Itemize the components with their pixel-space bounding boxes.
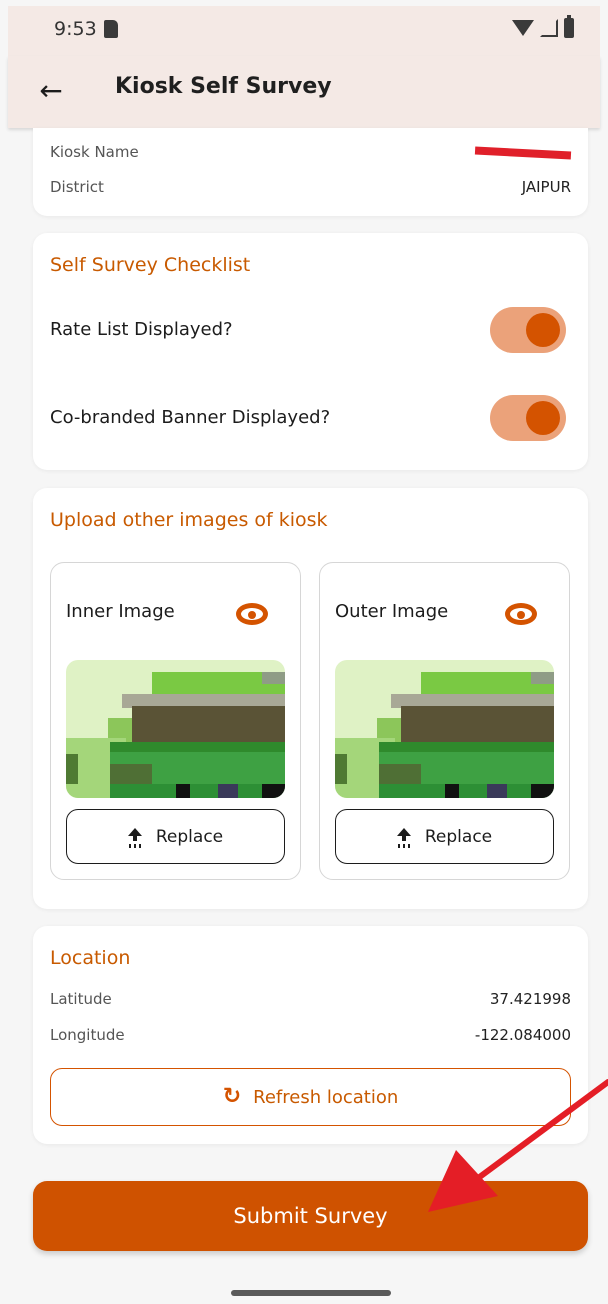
images-card: Upload other images of kiosk Inner Image… xyxy=(33,488,588,909)
toggle-knob xyxy=(526,313,560,347)
outer-replace-button[interactable]: Replace xyxy=(335,809,554,864)
app-bar: ← Kiosk Self Survey xyxy=(8,56,600,128)
inner-image-label: Inner Image xyxy=(66,601,175,622)
location-title: Location xyxy=(50,947,131,969)
submit-survey-button[interactable]: Submit Survey xyxy=(33,1181,588,1251)
banner-label: Co-branded Banner Displayed? xyxy=(50,407,331,428)
kiosk-name-value xyxy=(474,143,572,161)
longitude-value: -122.084000 xyxy=(474,1026,571,1044)
rate-list-toggle[interactable] xyxy=(490,307,566,353)
eye-icon[interactable] xyxy=(236,603,268,625)
checklist-title: Self Survey Checklist xyxy=(50,254,251,276)
inner-replace-button[interactable]: Replace xyxy=(66,809,285,864)
replace-label: Replace xyxy=(424,826,493,847)
page-title: Kiosk Self Survey xyxy=(115,74,332,99)
eye-icon[interactable] xyxy=(505,603,537,625)
redaction-mark xyxy=(474,146,572,160)
upload-icon xyxy=(127,827,142,846)
replace-label: Replace xyxy=(155,826,224,847)
back-arrow-icon[interactable]: ← xyxy=(34,74,68,108)
outer-image-thumbnail[interactable] xyxy=(335,660,554,798)
images-title: Upload other images of kiosk xyxy=(50,509,328,531)
battery-icon xyxy=(564,15,574,38)
longitude-row: Longitude -122.084000 xyxy=(50,1026,571,1044)
latitude-row: Latitude 37.421998 xyxy=(50,990,571,1008)
district-label: District xyxy=(50,178,104,196)
home-indicator[interactable] xyxy=(231,1290,391,1296)
refresh-location-label: Refresh location xyxy=(253,1086,399,1108)
location-card: Location Latitude 37.421998 Longitude -1… xyxy=(33,926,588,1144)
rate-list-label: Rate List Displayed? xyxy=(50,319,233,340)
signal-icon xyxy=(540,19,558,37)
kiosk-name-row: Kiosk Name xyxy=(50,143,572,161)
district-row: District JAIPUR xyxy=(50,178,571,196)
toggle-knob xyxy=(526,401,560,435)
checklist-card: Self Survey Checklist Rate List Displaye… xyxy=(33,233,588,470)
inner-image-card: Inner Image Replace xyxy=(50,562,301,880)
latitude-value: 37.421998 xyxy=(489,990,571,1008)
latitude-label: Latitude xyxy=(50,990,112,1008)
sd-card-icon xyxy=(104,20,118,38)
submit-survey-label: Submit Survey xyxy=(233,1204,388,1228)
banner-toggle[interactable] xyxy=(490,395,566,441)
kiosk-info-card: Kiosk Name District JAIPUR xyxy=(33,128,588,216)
kiosk-name-label: Kiosk Name xyxy=(50,143,139,161)
status-bar: 9:53 xyxy=(8,6,600,56)
inner-image-thumbnail[interactable] xyxy=(66,660,285,798)
longitude-label: Longitude xyxy=(50,1026,125,1044)
outer-image-card: Outer Image Replace xyxy=(319,562,570,880)
refresh-icon: ↻ xyxy=(222,1084,242,1109)
upload-icon xyxy=(396,827,411,846)
district-value: JAIPUR xyxy=(521,178,571,196)
wifi-icon xyxy=(512,20,534,36)
status-time: 9:53 xyxy=(54,18,97,40)
outer-image-label: Outer Image xyxy=(335,601,449,622)
refresh-location-button[interactable]: ↻ Refresh location xyxy=(50,1068,571,1126)
status-icons xyxy=(512,15,574,38)
